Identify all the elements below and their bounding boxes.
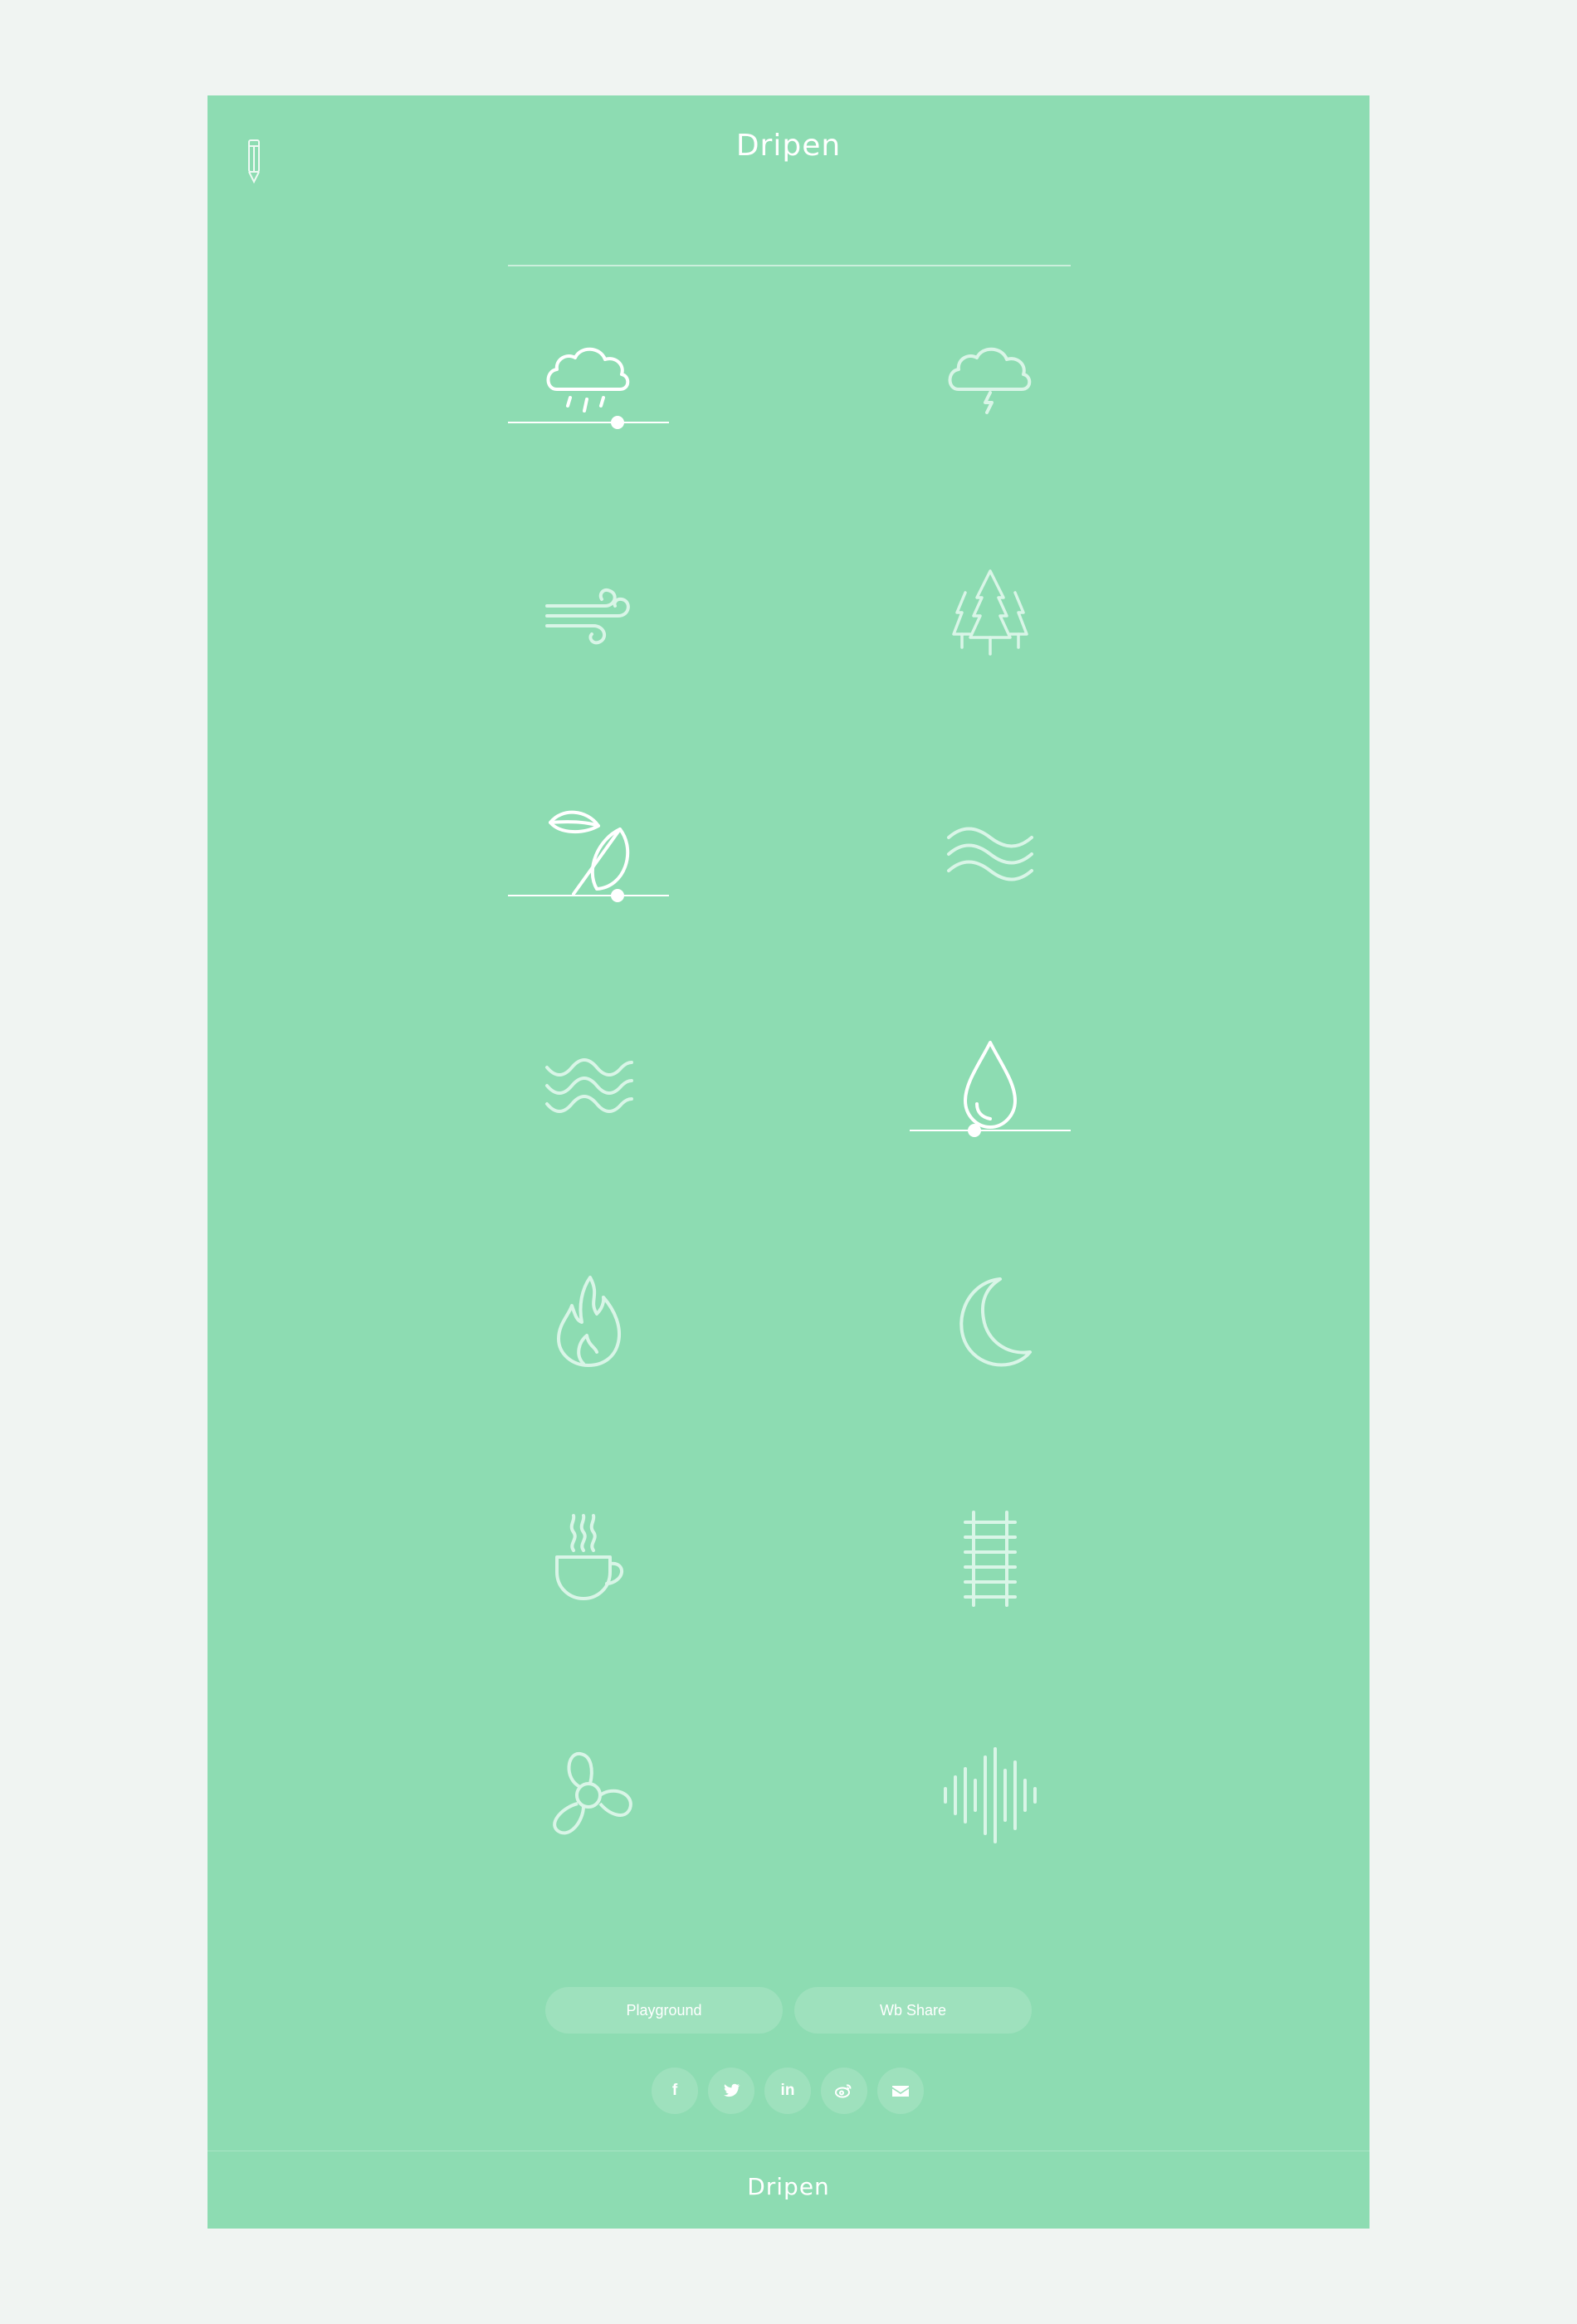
white-noise-icon	[944, 1747, 1037, 1843]
volume-slider[interactable]	[508, 414, 669, 431]
facebook-button[interactable]: f	[652, 2068, 698, 2114]
weibo-icon	[835, 2084, 852, 2098]
stream-icon	[947, 827, 1033, 881]
fire-icon	[557, 1276, 621, 1367]
waves-icon	[545, 1058, 633, 1113]
coffee-icon	[555, 1514, 624, 1600]
sound-fire[interactable]	[508, 1256, 669, 1422]
main-card: Dripen Playground Wb Share f in Dripen	[208, 95, 1370, 2229]
train-tracks-icon	[964, 1511, 1017, 1607]
slider-track	[508, 422, 669, 423]
sound-coffee[interactable]	[508, 1492, 669, 1658]
leaves-icon	[549, 810, 630, 896]
sound-night[interactable]	[910, 1256, 1071, 1422]
volume-slider[interactable]	[508, 887, 669, 904]
slider-thumb[interactable]	[967, 1124, 981, 1137]
linkedin-icon: in	[780, 2082, 795, 2099]
sound-stream[interactable]	[910, 784, 1071, 950]
footer-brand: Dripen	[747, 2173, 830, 2200]
slider-track	[910, 1130, 1071, 1131]
fan-icon	[553, 1752, 632, 1835]
weibo-button[interactable]	[821, 2068, 867, 2114]
twitter-icon	[724, 2083, 740, 2097]
sound-waves[interactable]	[508, 1019, 669, 1185]
sound-train-tracks[interactable]	[910, 1492, 1071, 1658]
linkedin-button[interactable]: in	[764, 2068, 811, 2114]
sound-thunderstorm[interactable]	[910, 311, 1071, 477]
slider-thumb[interactable]	[610, 416, 624, 429]
night-icon	[959, 1277, 1032, 1367]
thunderstorm-icon	[948, 347, 1032, 414]
slider-thumb[interactable]	[610, 889, 624, 902]
wb-share-button[interactable]: Wb Share	[794, 1987, 1032, 2034]
facebook-icon: f	[671, 2082, 678, 2099]
app-title: Dripen	[735, 129, 842, 163]
sound-rain[interactable]	[508, 311, 669, 477]
wind-icon	[545, 588, 630, 645]
divider	[508, 265, 1071, 266]
sound-water-drop[interactable]	[910, 1019, 1071, 1185]
sound-white-noise[interactable]	[910, 1729, 1071, 1895]
email-button[interactable]	[877, 2068, 924, 2114]
volume-slider[interactable]	[910, 1122, 1071, 1139]
forest-icon	[952, 569, 1028, 656]
sound-forest[interactable]	[910, 548, 1071, 714]
sound-leaves[interactable]	[508, 784, 669, 950]
water-drop-icon	[964, 1041, 1017, 1129]
slider-track	[508, 895, 669, 896]
playground-button[interactable]: Playground	[545, 1987, 783, 2034]
sound-wind[interactable]	[508, 548, 669, 714]
sound-fan[interactable]	[508, 1729, 669, 1895]
twitter-button[interactable]	[708, 2068, 754, 2114]
email-icon	[892, 2086, 909, 2097]
rain-icon	[546, 347, 630, 413]
